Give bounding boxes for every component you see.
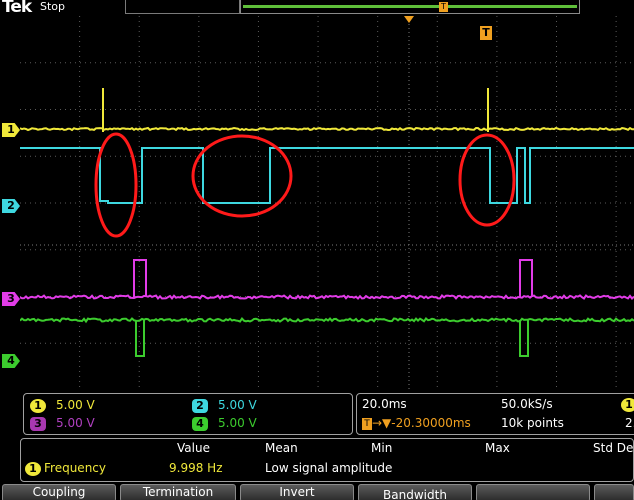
brand-logo: Tek	[2, 0, 31, 17]
trigger-time-marker[interactable]: T	[480, 26, 492, 40]
col-min: Min	[371, 441, 392, 455]
softkey-5[interactable]	[476, 484, 590, 500]
trigger-delay: T →▼-20.30000ms	[362, 416, 471, 430]
annotations	[96, 134, 514, 236]
ch3-trace	[20, 296, 634, 299]
col-value: Value	[177, 441, 210, 455]
col-std-dev: Std De	[593, 441, 633, 455]
termination-button[interactable]: Termination	[120, 484, 236, 500]
sample-rate: 50.0kS/s	[501, 397, 553, 411]
horizontal-readout-box[interactable]: 20.0ms 50.0kS/s T →▼-20.30000ms 10k point…	[356, 393, 634, 435]
ch3-readout[interactable]: 3 5.00 V	[30, 415, 95, 431]
bandwidth-button[interactable]: Bandwidth	[358, 484, 472, 500]
ch2-trace	[20, 148, 634, 203]
waveform-display[interactable]	[20, 16, 634, 390]
waveforms	[20, 88, 634, 356]
meas-note: Low signal amplitude	[265, 461, 392, 475]
waveform-svg	[20, 16, 634, 390]
ch4-pulse	[136, 320, 144, 356]
ch3-scale: 5.00 V	[56, 416, 95, 430]
col-mean: Mean	[265, 441, 298, 455]
ch4-trace	[20, 319, 634, 322]
ch2-readout[interactable]: 2 5.00 V	[192, 397, 257, 413]
annotation-circle	[96, 134, 136, 236]
time-per-div: 20.0ms	[362, 397, 407, 411]
ch3-pulse	[134, 260, 146, 297]
ch1-badge: 1	[30, 399, 46, 413]
acquisition-state: Stop	[40, 0, 65, 13]
invert-button[interactable]: Invert	[240, 484, 354, 500]
meas-value: 9.998 Hz	[169, 461, 223, 475]
trigger-point-icon	[404, 16, 414, 23]
channel-readout-box[interactable]: 1 5.00 V 2 5.00 V 3 5.00 V 4 5.00 V	[23, 393, 353, 435]
ch3-pulse	[520, 260, 532, 297]
trigger-source-badge: 1	[621, 397, 634, 412]
ch4-readout[interactable]: 4 5.00 V	[192, 415, 257, 431]
meas-ch-badge: 1	[25, 462, 41, 476]
trigger-delay-icon: T	[362, 418, 372, 430]
ch2-scale: 5.00 V	[218, 398, 257, 412]
ch1-readout[interactable]: 1 5.00 V	[30, 397, 95, 413]
ch4-scale: 5.00 V	[218, 416, 257, 430]
trigger-position-marker[interactable]: T	[439, 2, 448, 12]
readout-panel: 1 5.00 V 2 5.00 V 3 5.00 V 4 5.00 V 20.0ms 5…	[20, 392, 634, 437]
ch4-pulse	[520, 320, 528, 356]
softkey-menu: Coupling Termination Invert Bandwidth	[0, 484, 634, 500]
coupling-button[interactable]: Coupling	[2, 484, 116, 500]
softkey-6[interactable]	[594, 484, 634, 500]
ch2-badge: 2	[192, 399, 208, 413]
ch2-handle[interactable]: 2	[2, 199, 20, 213]
meas-row-label[interactable]: 1 Frequency	[25, 461, 106, 476]
ch3-handle[interactable]: 3	[2, 292, 20, 306]
ch4-handle[interactable]: 4	[2, 354, 20, 368]
measurement-table[interactable]: Value Mean Min Max Std De 1 Frequency 9.9…	[20, 438, 634, 482]
record-length: 10k points	[501, 416, 564, 430]
ch1-trace	[20, 128, 634, 130]
status-divider	[125, 0, 240, 14]
ch3-badge: 3	[30, 417, 46, 431]
record-view-strip[interactable]: T	[240, 0, 580, 14]
ch1-scale: 5.00 V	[56, 398, 95, 412]
meas-name: Frequency	[44, 461, 106, 475]
ch4-badge: 4	[192, 417, 208, 431]
trigger-level: 2.	[625, 416, 634, 430]
col-max: Max	[485, 441, 510, 455]
status-bar: Tek Stop T	[0, 0, 634, 16]
record-view-bar	[243, 5, 577, 8]
ch1-handle[interactable]: 1	[2, 123, 20, 137]
